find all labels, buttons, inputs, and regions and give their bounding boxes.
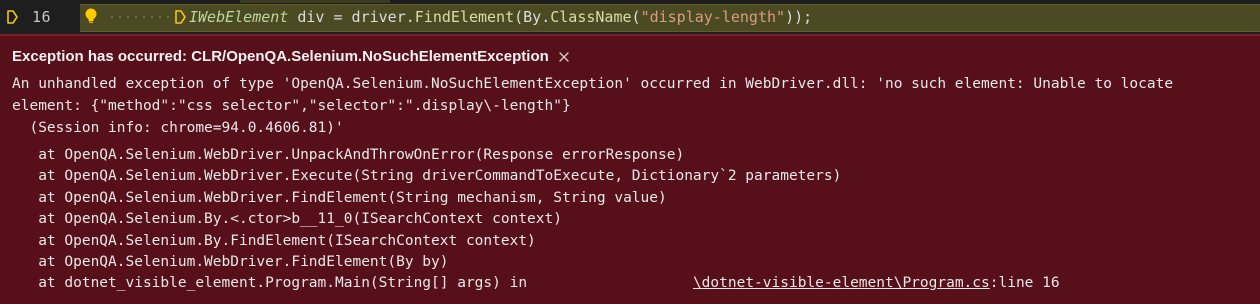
exception-message-line: An unhandled exception of type 'OpenQA.S… xyxy=(12,76,1174,92)
close-icon[interactable] xyxy=(557,50,571,64)
exception-message-line: (Session info: chrome=94.0.4606.81)' xyxy=(12,120,344,136)
exception-widget: Exception has occurred: CLR/OpenQA.Selen… xyxy=(0,34,1260,304)
exception-title: Exception has occurred: CLR/OpenQA.Selen… xyxy=(12,48,549,65)
exception-header: Exception has occurred: CLR/OpenQA.Selen… xyxy=(12,48,571,65)
stack-frame: at OpenQA.Selenium.WebDriver.Execute(Str… xyxy=(12,168,842,185)
stack-trace: at OpenQA.Selenium.WebDriver.UnpackAndTh… xyxy=(12,145,1252,295)
code-close-token: )); xyxy=(785,8,813,26)
stack-frame: at OpenQA.Selenium.WebDriver.FindElement… xyxy=(12,253,449,270)
stack-frame-spacer xyxy=(527,275,693,291)
stack-frame: at OpenQA.Selenium.WebDriver.FindElement… xyxy=(12,189,667,206)
lightbulb-icon[interactable] xyxy=(84,7,98,25)
exception-message: An unhandled exception of type 'OpenQA.S… xyxy=(12,73,1252,139)
editor-gutter[interactable]: 16 xyxy=(0,0,80,34)
code-type-token: IWebElement xyxy=(189,8,289,26)
stack-frame: at OpenQA.Selenium.By.FindElement(ISearc… xyxy=(12,232,536,249)
execution-pointer-icon[interactable] xyxy=(7,10,18,24)
code-statement[interactable]: IWebElement div = driver.FindElement(By.… xyxy=(189,8,812,26)
stack-frame: at OpenQA.Selenium.By.<.ctor>b__11_0(ISe… xyxy=(12,211,562,228)
close-button[interactable] xyxy=(557,50,571,64)
stack-frame-main: at dotnet_visible_element.Program.Main(S… xyxy=(12,273,1252,294)
stack-frame: at OpenQA.Selenium.WebDriver.UnpackAndTh… xyxy=(12,147,685,163)
current-statement-icon xyxy=(175,10,186,24)
code-by-token: (By. xyxy=(514,8,551,26)
code-paren-token: ( xyxy=(631,8,641,26)
code-string-token: "display-length" xyxy=(640,8,786,26)
exception-message-line: element: {"method":"css selector","selec… xyxy=(12,98,571,114)
code-variable-token: div = driver. xyxy=(288,8,415,26)
editor-current-line: 16 IWebElement div = driver.FindElement(… xyxy=(0,0,1260,34)
code-classname-token: ClassName xyxy=(550,8,632,26)
stack-frame-main-text: at dotnet_visible_element.Program.Main(S… xyxy=(12,275,528,292)
stack-frame-line-suffix: :line 16 xyxy=(989,275,1060,292)
source-file-link[interactable]: \dotnet-visible-element\Program.cs xyxy=(693,275,990,291)
code-method-token: FindElement xyxy=(414,8,515,26)
line-number: 16 xyxy=(32,8,52,26)
indent-guide-dots xyxy=(108,16,172,18)
previous-line-fragment xyxy=(240,0,390,3)
